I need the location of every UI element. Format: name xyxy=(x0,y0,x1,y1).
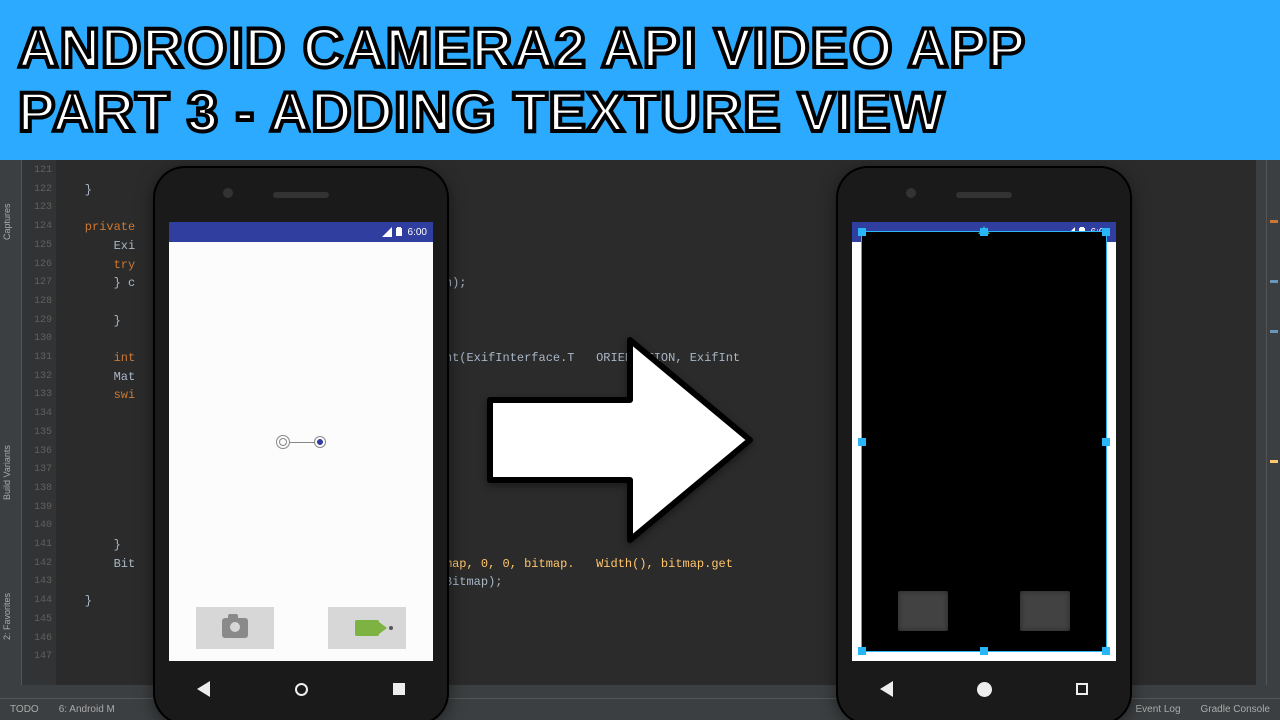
resize-handle[interactable] xyxy=(1102,438,1110,446)
build-variants-tab[interactable]: Build Variants xyxy=(2,445,12,500)
title-line-1: ANDROID CAMERA2 API VIDEO APP xyxy=(18,16,1280,80)
code-line: } xyxy=(56,314,121,328)
video-icon xyxy=(355,620,379,636)
code-line: Mat xyxy=(56,370,135,384)
placeholder-button[interactable] xyxy=(1020,591,1070,631)
todo-button[interactable]: TODO xyxy=(10,704,39,715)
code-line: int xyxy=(56,351,135,365)
code-line: swi xyxy=(56,388,135,402)
nav-back-icon[interactable] xyxy=(880,681,893,697)
phone-screen-before: 6:00 xyxy=(169,222,433,661)
constraint-handle-icon[interactable] xyxy=(276,435,290,449)
phone-front-camera xyxy=(223,188,233,198)
arrow-icon xyxy=(480,330,760,550)
phone-speaker xyxy=(956,192,1012,198)
constraint-anchor-icon[interactable] xyxy=(314,436,326,448)
layout-constraint-widgets[interactable] xyxy=(276,435,326,449)
nav-back-icon[interactable] xyxy=(197,681,210,697)
title-banner: ANDROID CAMERA2 API VIDEO APP PART 3 - A… xyxy=(0,0,1280,160)
code-line: Bit xyxy=(56,557,135,571)
bottom-button-row xyxy=(862,591,1106,631)
code-line: } xyxy=(56,183,92,197)
phone-preview-after: 6:00 xyxy=(838,168,1130,720)
status-time: 6:00 xyxy=(408,227,427,238)
resize-handle[interactable] xyxy=(858,228,866,236)
code-line: private xyxy=(56,220,135,234)
android-monitor-button[interactable]: 6: Android M xyxy=(59,704,115,715)
phone-screen-after: 6:00 xyxy=(852,222,1116,661)
phone-preview-before: 6:00 xyxy=(155,168,447,720)
code-line: } c xyxy=(56,276,135,290)
code-line: Exi xyxy=(56,239,135,253)
texture-view[interactable] xyxy=(861,231,1107,652)
signal-icon xyxy=(382,227,392,237)
favorites-tab[interactable]: 2: Favorites xyxy=(2,593,12,640)
phone-front-camera xyxy=(906,188,916,198)
android-nav-bar xyxy=(838,673,1130,705)
phone-speaker xyxy=(273,192,329,198)
resize-handle[interactable] xyxy=(1102,647,1110,655)
event-log-button[interactable]: Event Log xyxy=(1135,704,1180,715)
nav-recent-icon[interactable] xyxy=(1076,683,1088,695)
video-button[interactable] xyxy=(328,607,406,649)
resize-handle[interactable] xyxy=(980,647,988,655)
resize-handle[interactable] xyxy=(858,438,866,446)
resize-handle[interactable] xyxy=(980,228,988,236)
battery-icon xyxy=(395,227,405,237)
placeholder-button[interactable] xyxy=(898,591,948,631)
resize-handle[interactable] xyxy=(1102,228,1110,236)
nav-home-icon[interactable] xyxy=(295,683,308,696)
camera-button[interactable] xyxy=(196,607,274,649)
nav-recent-icon[interactable] xyxy=(393,683,405,695)
camera-icon xyxy=(222,618,248,638)
android-nav-bar xyxy=(155,673,447,705)
code-line: } xyxy=(56,594,92,608)
title-line-2: PART 3 - ADDING TEXTURE VIEW xyxy=(18,80,1280,144)
ide-left-toolbar[interactable]: Captures Build Variants 2: Favorites xyxy=(0,160,22,685)
code-line: try xyxy=(56,258,135,272)
nav-home-icon[interactable] xyxy=(977,682,992,697)
captures-tab[interactable]: Captures xyxy=(2,203,12,240)
line-number-gutter: 121 122 123 124 125 126 127 128 129 130 … xyxy=(22,160,56,685)
gradle-console-button[interactable]: Gradle Console xyxy=(1201,704,1270,715)
code-line: } xyxy=(56,538,121,552)
bottom-button-row xyxy=(169,607,433,649)
editor-scrollbar[interactable] xyxy=(1266,160,1280,685)
resize-handle[interactable] xyxy=(858,647,866,655)
android-status-bar: 6:00 xyxy=(169,222,433,242)
